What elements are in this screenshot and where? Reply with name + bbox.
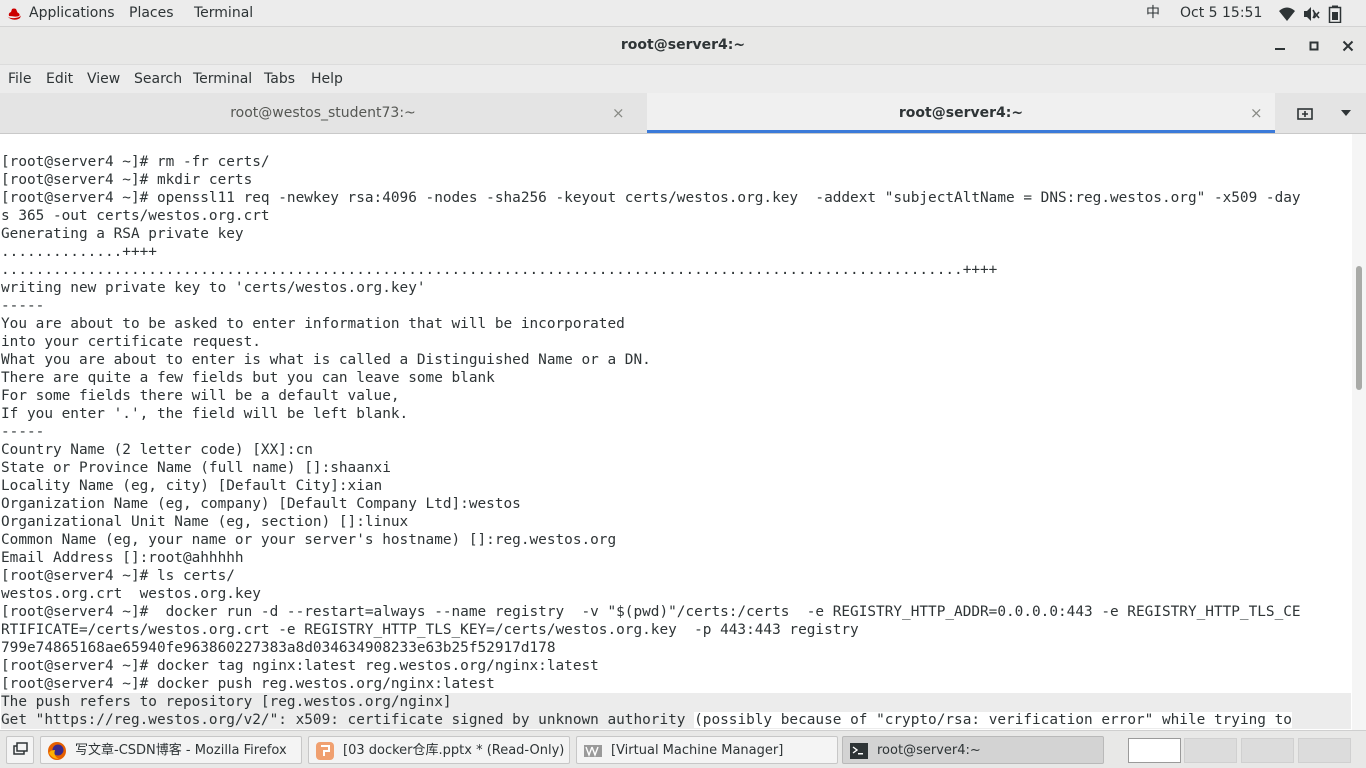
terminal-line: [root@server4 ~]# docker tag nginx:lates… <box>1 658 599 674</box>
terminal-line: Organizational Unit Name (eg, section) [… <box>1 514 409 530</box>
maximize-icon[interactable] <box>1304 36 1324 56</box>
tab-close-icon[interactable]: × <box>1250 93 1263 133</box>
scrollbar-track[interactable] <box>1352 134 1366 730</box>
volume-icon <box>1304 6 1320 21</box>
taskbar-item-impress[interactable]: [03 docker仓库.pptx * (Read-Only) -... <box>308 736 570 764</box>
menu-edit[interactable]: Edit <box>46 65 73 93</box>
terminal-line: The push refers to repository [reg.westo… <box>1 693 1351 711</box>
scrollbar-thumb[interactable] <box>1356 266 1362 390</box>
menu-help[interactable]: Help <box>311 65 343 93</box>
terminal-line: There are quite a few fields but you can… <box>1 370 495 386</box>
terminal-line: ----- <box>1 298 45 314</box>
terminal-line: Common Name (eg, your name or your serve… <box>1 532 617 548</box>
gnome-top-bar: Applications Places Terminal 中 Oct 5 15:… <box>0 0 1366 27</box>
tab-label: root@westos_student73:~ <box>230 105 416 121</box>
terminal-menubar: File Edit View Search Terminal Tabs Help <box>0 65 1366 93</box>
taskbar-item-virt-manager[interactable]: [Virtual Machine Manager] <box>576 736 838 764</box>
places-menu[interactable]: Places <box>129 0 174 27</box>
terminal-line: What you are about to enter is what is c… <box>1 352 651 368</box>
terminal-output[interactable]: [root@server4 ~]# rm -fr certs/ [root@ser… <box>0 134 1366 730</box>
terminal-error-line: Get "https://reg.westos.org/v2/": x509: … <box>1 711 1351 729</box>
window-titlebar[interactable]: root@server4:~ <box>0 27 1366 65</box>
terminal-line: Generating a RSA private key <box>1 226 244 242</box>
terminal-line: Organization Name (eg, company) [Default… <box>1 496 521 512</box>
terminal-icon <box>850 743 868 759</box>
terminal-line: Country Name (2 letter code) [XX]:cn <box>1 442 313 458</box>
wifi-icon <box>1279 7 1295 21</box>
menu-view[interactable]: View <box>87 65 120 93</box>
taskbar-item-firefox[interactable]: 写文章-CSDN博客 - Mozilla Firefox <box>40 736 302 764</box>
terminal-line: [root@server4 ~]# mkdir certs <box>1 172 253 188</box>
battery-icon <box>1328 5 1342 23</box>
tab-label: root@server4:~ <box>898 105 1024 121</box>
terminal-line: Email Address []:root@ahhhhh <box>1 550 244 566</box>
terminal-line: If you enter '.', the field will be left… <box>1 406 409 422</box>
terminal-text: [root@server4 ~]# rm -fr certs/ [root@ser… <box>1 153 1351 711</box>
taskbar-item-label: [03 docker仓库.pptx * (Read-Only) -... <box>343 743 570 758</box>
terminal-line: [root@server4 ~]# ls certs/ <box>1 568 235 584</box>
terminal-line: writing new private key to 'certs/westos… <box>1 280 426 296</box>
selected-text: (possibly because of "crypto/rsa: verifi… <box>694 712 1292 728</box>
terminal-line: RTIFICATE=/certs/westos.org.crt -e REGIS… <box>1 622 859 638</box>
error-text: Get "https://reg.westos.org/v2/": x509: … <box>1 712 695 728</box>
taskbar-item-terminal[interactable]: root@server4:~ <box>842 736 1104 764</box>
applications-menu[interactable]: Applications <box>6 0 115 27</box>
terminal-line: s 365 -out certs/westos.org.crt <box>1 208 270 224</box>
terminal-line: [root@server4 ~]# openssl11 req -newkey … <box>1 190 1301 206</box>
system-status-area[interactable] <box>1278 0 1342 27</box>
terminal-line: 799e74865168ae65940fe963860227383a8d0346… <box>1 640 556 656</box>
terminal-line: You are about to be asked to enter infor… <box>1 316 625 332</box>
tab-close-icon[interactable]: × <box>612 93 625 133</box>
minimize-icon[interactable] <box>1270 36 1290 56</box>
workspace-3[interactable] <box>1241 738 1294 763</box>
terminal-line: [root@server4 ~]# rm -fr certs/ <box>1 154 270 170</box>
clock[interactable]: Oct 5 15:51 <box>1180 0 1262 27</box>
redhat-logo-icon <box>7 8 21 20</box>
impress-icon <box>316 742 334 760</box>
terminal-line: Locality Name (eg, city) [Default City]:… <box>1 478 383 494</box>
menu-tabs[interactable]: Tabs <box>264 65 295 93</box>
workspace-4[interactable] <box>1298 738 1351 763</box>
terminal-line: [root@server4 ~]# docker push reg.westos… <box>1 676 495 692</box>
taskbar-item-label: root@server4:~ <box>877 743 981 758</box>
window-title: root@server4:~ <box>620 37 746 53</box>
window-list-taskbar: 写文章-CSDN博客 - Mozilla Firefox [03 docker仓… <box>0 730 1366 768</box>
menu-file[interactable]: File <box>8 65 31 93</box>
applications-label: Applications <box>29 5 115 21</box>
firefox-icon <box>48 742 66 760</box>
terminal-app-menu[interactable]: Terminal <box>194 0 253 27</box>
virt-manager-icon <box>584 745 602 757</box>
workspace-2[interactable] <box>1184 738 1237 763</box>
taskbar-item-label: [Virtual Machine Manager] <box>611 743 784 758</box>
tab-bar: root@westos_student73:~ × root@server4:~… <box>0 93 1366 134</box>
chevron-down-icon[interactable] <box>1340 108 1352 118</box>
terminal-line: into your certificate request. <box>1 334 261 350</box>
tab-server4[interactable]: root@server4:~ × <box>647 93 1275 133</box>
show-desktop-icon <box>13 742 28 755</box>
menu-terminal[interactable]: Terminal <box>193 65 252 93</box>
terminal-line: westos.org.crt westos.org.key <box>1 586 261 602</box>
terminal-line: ----- <box>1 424 45 440</box>
taskbar-item-label: 写文章-CSDN博客 - Mozilla Firefox <box>75 743 287 758</box>
new-tab-icon[interactable] <box>1296 105 1314 123</box>
workspace-1[interactable] <box>1128 738 1181 763</box>
terminal-line: For some fields there will be a default … <box>1 388 400 404</box>
close-icon[interactable] <box>1338 36 1358 56</box>
terminal-line: ........................................… <box>1 262 998 278</box>
show-desktop-button[interactable] <box>6 736 34 764</box>
terminal-line: State or Province Name (full name) []:sh… <box>1 460 391 476</box>
terminal-line: [root@server4 ~]# docker run -d --restar… <box>1 604 1301 620</box>
menu-search[interactable]: Search <box>134 65 182 93</box>
tab-westos-student73[interactable]: root@westos_student73:~ × <box>0 93 646 133</box>
terminal-line: ..............++++ <box>1 244 157 260</box>
input-method-indicator[interactable]: 中 <box>1146 0 1160 27</box>
